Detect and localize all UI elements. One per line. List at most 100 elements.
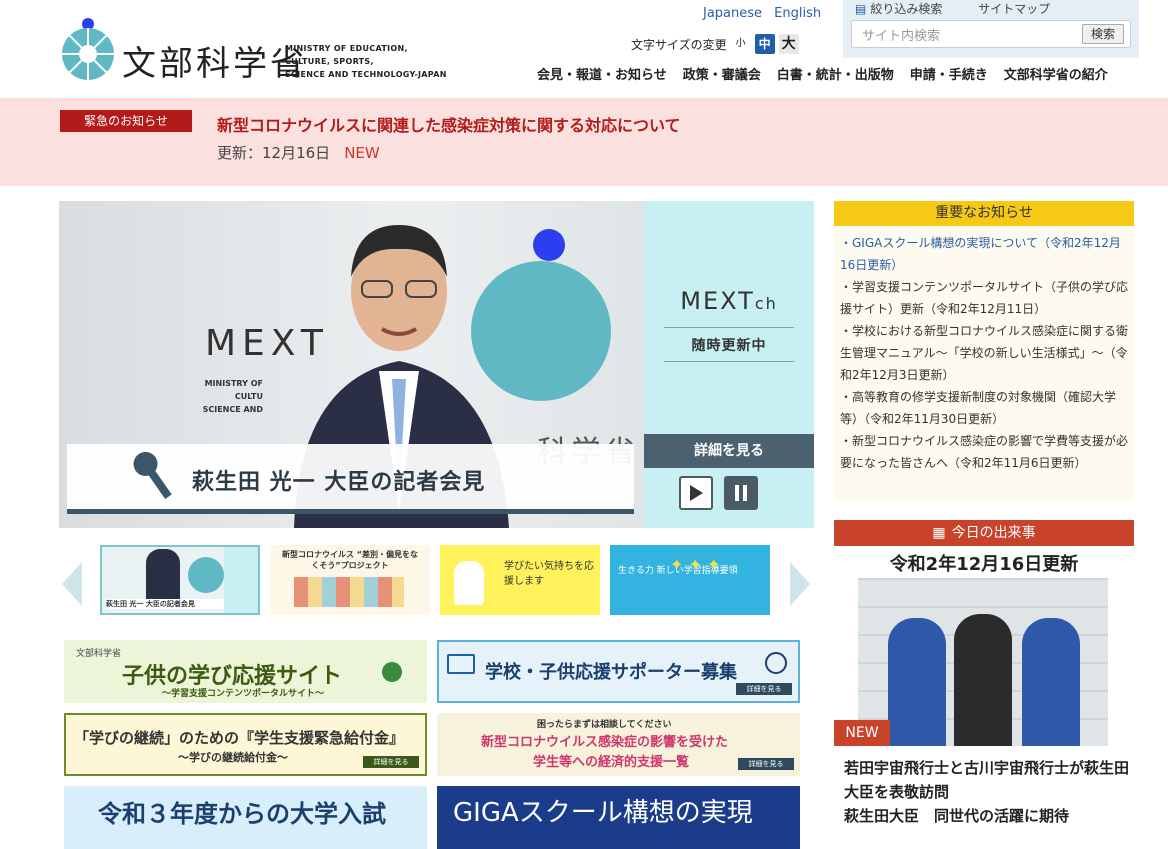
banner-title: GIGAスクール構想の実現 <box>453 798 753 828</box>
banner-title: 「学びの継続」のための『学生支援緊急給付金』 <box>74 729 405 747</box>
mext-channel-title-suffix: ch <box>754 294 778 313</box>
banner-subtitle: 〜学習支援コンテンツポータルサイト〜 <box>162 689 325 699</box>
calendar-icon: ▦ <box>932 525 946 541</box>
filter-search-link[interactable]: ▤ 絞り込み検索 <box>855 2 958 16</box>
notice-item[interactable]: ・新型コロナウイルス感染症の影響で学費等支援が必要になった皆さんへ（令和2年11… <box>840 430 1128 474</box>
sitemap-link[interactable]: サイトマップ <box>978 2 1050 16</box>
banner-learning-support-site[interactable]: 文部科学省 子供の学び応援サイト 〜学習支援コンテンツポータルサイト〜 <box>64 640 427 703</box>
logo-text-en: MINISTRY OF EDUCATION, CULTURE, SPORTS, … <box>285 42 447 81</box>
carousel-thumbnails: 萩生田 光一 大臣の記者会見 新型コロナウイルス “差別・偏見をなくそう”プロジ… <box>100 545 770 615</box>
thumbnail-learning-support[interactable]: 学びたい気持ちを応援します <box>440 545 600 615</box>
hero-carousel[interactable]: MEXT MINISTRY OF CULTU SCIENCE AND 科学省 <box>59 201 814 528</box>
microphone-icon <box>133 452 172 500</box>
thumb-grid <box>294 577 404 607</box>
notice-item[interactable]: ・高等教育の修学支援新制度の対象機関（確認大学等）（令和2年11月30日更新） <box>840 386 1128 430</box>
todays-events-header: ▦ 今日の出来事 <box>834 520 1134 546</box>
lang-english-link[interactable]: English <box>774 6 821 21</box>
hero-ministry-line: CULTU <box>234 392 263 401</box>
font-size-label: 文字サイズの変更 <box>631 37 727 52</box>
lang-japanese-link[interactable]: Japanese <box>703 6 762 21</box>
banner-subtitle: 〜学びの継続給付金〜 <box>178 751 288 764</box>
thumb-birds: ✦ ✦ ✦ <box>670 555 721 574</box>
todays-events-headline: 若田宇宙飛行士と古川宇宙飛行士が萩生田大臣を表敬訪問 <box>844 759 1130 801</box>
carousel-prev-icon[interactable] <box>60 562 84 606</box>
detail-button[interactable]: 詳細を見る <box>736 683 792 695</box>
thumbnail-press-conference[interactable]: 萩生田 光一 大臣の記者会見 <box>100 545 260 615</box>
hero-photo: MEXT MINISTRY OF CULTU SCIENCE AND 科学省 <box>59 201 644 528</box>
todays-events-subheadline: 萩生田大臣 同世代の活躍に期待 <box>844 807 1070 825</box>
nav-item-policy[interactable]: 政策・審議会 <box>683 64 761 83</box>
todays-events-text[interactable]: 若田宇宙飛行士と古川宇宙飛行士が萩生田大臣を表敬訪問 萩生田大臣 同世代の活躍に… <box>844 756 1129 828</box>
hero-caption: 萩生田 光一 大臣の記者会見 <box>67 444 634 514</box>
emergency-notice: 緊急のお知らせ 新型コロナウイルスに関連した感染症対策に関する対応について 更新… <box>0 98 1168 186</box>
language-switcher: Japanese English <box>703 6 829 21</box>
detail-button[interactable]: 詳細を見る <box>363 756 419 768</box>
font-size-large-button[interactable]: 大 <box>778 34 799 54</box>
thumb-label: 新型コロナウイルス “差別・偏見をなくそう”プロジェクト <box>281 550 419 570</box>
important-notices-header: 重要なお知らせ <box>834 201 1134 226</box>
thumb-label: 萩生田 光一 大臣の記者会見 <box>106 599 226 609</box>
thumb-figure <box>454 561 484 605</box>
hero-ministry-text: MINISTRY OF CULTU SCIENCE AND <box>185 377 263 416</box>
search-placeholder: サイト内検索 <box>862 29 941 44</box>
banner-student-emergency-grant[interactable]: 「学びの継続」のための『学生支援緊急給付金』 〜学びの継続給付金〜 詳細を見る <box>64 713 427 776</box>
lightbulb-icon <box>765 652 787 674</box>
font-size-small-button[interactable]: 小 <box>730 34 751 54</box>
carousel-next-icon[interactable] <box>788 562 812 606</box>
mext-channel-title: MEXTch <box>644 287 814 315</box>
divider <box>664 327 794 328</box>
pause-button[interactable] <box>724 476 758 510</box>
nav-item-press[interactable]: 会見・報道・お知らせ <box>537 64 667 83</box>
nav-item-whitepaper[interactable]: 白書・統計・出版物 <box>777 64 894 83</box>
logo-en-line: SCIENCE AND TECHNOLOGY-JAPAN <box>285 70 447 79</box>
hero-logo-dot <box>533 229 565 261</box>
logo-en-line: MINISTRY OF EDUCATION, <box>285 44 408 53</box>
astronaut-figure <box>1022 618 1080 746</box>
thumb-label: 学びたい気持ちを応援します <box>504 561 594 587</box>
banner-economic-support[interactable]: 困ったらまずは相談してください 新型コロナウイルス感染症の影響を受けた 学生等へ… <box>437 713 800 776</box>
thumbnail-curriculum[interactable]: 生きる力 新しい学習指導要領 ✦ ✦ ✦ <box>610 545 770 615</box>
play-button[interactable] <box>679 476 713 510</box>
play-circle-icon <box>382 662 402 682</box>
banner-title-line1: 新型コロナウイルス感染症の影響を受けた <box>481 735 729 750</box>
font-size-medium-button[interactable]: 中 <box>754 34 775 54</box>
thumb-side <box>224 547 258 613</box>
hero-detail-button[interactable]: 詳細を見る <box>644 434 814 468</box>
notice-item[interactable]: ・GIGAスクール構想の実現について（令和2年12月16日更新） <box>840 232 1128 276</box>
nav-item-about[interactable]: 文部科学省の紹介 <box>1004 64 1108 83</box>
hero-ministry-line: SCIENCE AND <box>202 405 263 414</box>
banner-title-line2: 学生等への経済的支援一覧 <box>533 755 690 770</box>
search-button[interactable]: 検索 <box>1082 24 1124 44</box>
new-badge: NEW <box>834 720 890 746</box>
mext-channel-subtitle: 随時更新中 <box>691 338 767 354</box>
mext-channel-title-main: MEXT <box>680 287 755 315</box>
thumb-person <box>146 549 180 603</box>
site-search-input[interactable]: サイト内検索 検索 <box>851 20 1131 48</box>
logo-en-line: CULTURE, SPORTS, <box>285 57 374 66</box>
banner-title: 令和３年度からの大学入試 <box>98 800 386 828</box>
todays-events-title: 今日の出来事 <box>951 525 1036 541</box>
detail-button[interactable]: 詳細を見る <box>738 758 794 770</box>
banner-school-supporter[interactable]: 学校・子供応援サポーター募集 詳細を見る <box>437 640 800 703</box>
banner-university-entrance[interactable]: 令和３年度からの大学入試 <box>64 786 427 849</box>
pause-icon <box>735 485 747 501</box>
banner-giga-school[interactable]: GIGAスクール構想の実現 <box>437 786 800 849</box>
minister-figure <box>954 614 1012 746</box>
new-badge: NEW <box>344 144 380 162</box>
notice-item[interactable]: ・学習支援コンテンツポータルサイト（子供の学び応援サイト）更新（令和2年12月1… <box>840 276 1128 320</box>
nav-item-application[interactable]: 申請・手続き <box>910 64 988 83</box>
banner-top-text: 困ったらまずは相談してください <box>537 720 672 730</box>
todays-events-photo[interactable] <box>858 578 1108 746</box>
global-nav: 会見・報道・お知らせ 政策・審議会 白書・統計・出版物 申請・手続き 文部科学省… <box>537 64 1108 83</box>
search-links: ▤ 絞り込み検索 サイトマップ <box>855 0 1066 17</box>
logo-text-jp[interactable]: 文部科学省 <box>122 36 307 85</box>
hero-caption-text: 萩生田 光一 大臣の記者会見 <box>192 469 486 495</box>
important-notices: 重要なお知らせ ・GIGAスクール構想の実現について（令和2年12月16日更新）… <box>834 201 1134 501</box>
thumbnail-coronavirus-project[interactable]: 新型コロナウイルス “差別・偏見をなくそう”プロジェクト <box>270 545 430 615</box>
mext-logo-icon[interactable] <box>60 16 116 82</box>
notice-item[interactable]: ・学校における新型コロナウイルス感染症に関する衛生管理マニュアル～「学校の新しい… <box>840 320 1128 386</box>
emergency-updated: 更新：12月16日 NEW <box>217 142 380 163</box>
banner-brand: 文部科学省 <box>76 649 122 659</box>
book-icon <box>447 654 475 674</box>
emergency-title-link[interactable]: 新型コロナウイルスに関連した感染症対策に関する対応について <box>217 112 681 136</box>
